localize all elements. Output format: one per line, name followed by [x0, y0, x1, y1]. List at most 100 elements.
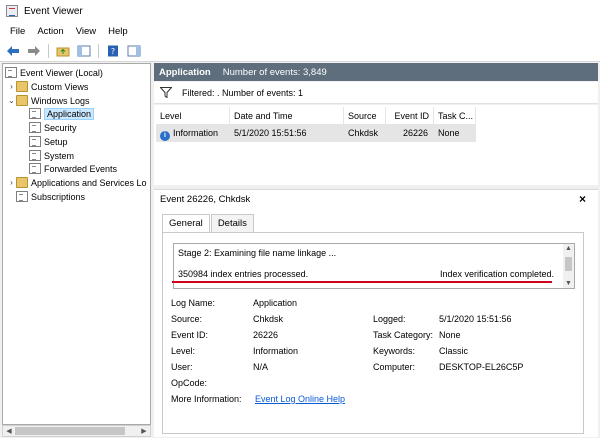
- subscriptions-icon: [16, 191, 28, 202]
- tree-item-windows-logs[interactable]: ⌄ Windows Logs: [7, 94, 90, 107]
- chevron-right-icon[interactable]: ›: [7, 178, 16, 187]
- user-label: User:: [171, 362, 193, 372]
- task-category-label: Task Category:: [373, 330, 434, 340]
- up-folder-icon[interactable]: [54, 43, 72, 59]
- user-value: N/A: [253, 362, 269, 372]
- grid-header: Level Date and Time Source Event ID Task…: [156, 107, 476, 125]
- tree-item-setup[interactable]: Setup: [29, 135, 68, 148]
- column-header-date-time[interactable]: Date and Time: [230, 107, 344, 125]
- tree-item-label: Applications and Services Lo: [31, 177, 147, 188]
- description-line: Stage 2: Examining file name linkage ...: [178, 248, 337, 258]
- svg-text:?: ?: [111, 47, 115, 56]
- cell-event-id: 26226: [402, 128, 428, 138]
- log-icon: [29, 150, 41, 161]
- event-id-label: Event ID:: [171, 330, 209, 340]
- description-line: Index verification completed.: [439, 269, 554, 279]
- cell-level-text: Information: [173, 128, 219, 138]
- tree-item-label: Subscriptions: [31, 191, 86, 202]
- menu-bar: File Action View Help: [0, 22, 600, 40]
- toolbar-separator: [48, 43, 49, 58]
- tree-item-label: System: [44, 150, 75, 161]
- event-detail-title: Event 26226, Chkdsk: [160, 194, 251, 205]
- tree-item-application[interactable]: Application: [29, 107, 95, 120]
- level-label: Level:: [171, 346, 196, 356]
- close-icon[interactable]: ×: [579, 192, 586, 206]
- tree-item-label: Security: [44, 122, 77, 133]
- keywords-value: Classic: [439, 346, 469, 356]
- opcode-label: OpCode:: [171, 378, 208, 388]
- folder-icon: [16, 95, 28, 106]
- tree-item-label: Event Viewer (Local): [20, 67, 103, 78]
- back-arrow-icon[interactable]: [4, 43, 22, 59]
- tree-item-event-viewer-local[interactable]: Event Viewer (Local): [5, 66, 103, 79]
- detail-tabs: General Details: [162, 214, 255, 233]
- log-pane-header: Application Number of events: 3,849: [154, 63, 598, 81]
- scroll-up-icon[interactable]: ▲: [565, 245, 572, 252]
- tree-item-subscriptions[interactable]: Subscriptions: [16, 190, 85, 203]
- tree-item-system[interactable]: System: [29, 149, 74, 162]
- tree-item-applications-and-services[interactable]: › Applications and Services Lo: [7, 176, 147, 189]
- folder-icon: [16, 177, 28, 188]
- forward-arrow-icon[interactable]: [25, 43, 43, 59]
- chevron-down-icon[interactable]: ⌄: [7, 96, 16, 105]
- events-grid[interactable]: Level Date and Time Source Event ID Task…: [154, 105, 598, 185]
- cell-source: Chkdsk: [348, 128, 379, 138]
- tree-item-forwarded-events[interactable]: Forwarded Events: [29, 162, 117, 175]
- information-icon: i: [160, 131, 170, 141]
- column-header-level[interactable]: Level: [156, 107, 230, 125]
- tab-details[interactable]: Details: [210, 214, 254, 232]
- general-tab-panel: Stage 2: Examining file name linkage ...…: [162, 232, 584, 434]
- scroll-left-icon[interactable]: ◀: [3, 427, 15, 435]
- log-icon: [29, 136, 41, 147]
- toolbar-separator: [98, 43, 99, 58]
- log-name-value: Application: [253, 298, 298, 308]
- computer-label: Computer:: [373, 362, 416, 372]
- scroll-down-icon[interactable]: ▼: [565, 280, 572, 287]
- event-detail-pane: Event 26226, Chkdsk × General Details St…: [154, 189, 598, 437]
- computer-value: DESKTOP-EL26C5P: [439, 362, 524, 372]
- event-log-online-help-link[interactable]: Event Log Online Help: [255, 394, 345, 404]
- column-header-task-category[interactable]: Task C...: [434, 107, 476, 125]
- menu-action[interactable]: Action: [31, 26, 69, 37]
- tree-item-security[interactable]: Security: [29, 121, 77, 134]
- tree-horizontal-scrollbar[interactable]: ◀ ▶: [2, 425, 151, 437]
- event-id-value: 26226: [253, 330, 279, 340]
- scroll-right-icon[interactable]: ▶: [138, 427, 150, 435]
- table-row[interactable]: i Information 5/1/2020 15:51:56 Chkdsk 26…: [156, 125, 476, 142]
- tree-item-label: Windows Logs: [31, 95, 90, 106]
- more-information-label: More Information:: [171, 394, 242, 404]
- tree-item-label: Setup: [44, 136, 68, 147]
- menu-help[interactable]: Help: [102, 26, 134, 37]
- event-viewer-icon: [5, 67, 17, 78]
- description-scrollbar[interactable]: ▲ ▼: [563, 244, 574, 288]
- tree-item-custom-views[interactable]: › Custom Views: [7, 80, 88, 93]
- log-icon: [29, 108, 41, 119]
- column-header-event-id[interactable]: Event ID: [386, 107, 434, 125]
- logged-label: Logged:: [373, 314, 406, 324]
- chevron-right-icon[interactable]: ›: [7, 82, 16, 91]
- event-count: Number of events: 3,849: [222, 66, 327, 78]
- description-line: 350984 index entries processed.: [178, 269, 309, 279]
- scroll-track[interactable]: [15, 427, 138, 435]
- cell-datetime: 5/1/2020 15:51:56: [234, 128, 307, 138]
- scroll-thumb[interactable]: [565, 257, 572, 271]
- menu-file[interactable]: File: [4, 26, 31, 37]
- logged-value: 5/1/2020 15:51:56: [439, 314, 512, 324]
- properties-icon[interactable]: [125, 43, 143, 59]
- filter-bar: Filtered: . Number of events: 1: [154, 82, 598, 104]
- log-name: Application: [159, 66, 211, 78]
- column-header-source[interactable]: Source: [344, 107, 386, 125]
- help-icon[interactable]: ?: [104, 43, 122, 59]
- toolbar: ?: [0, 40, 600, 62]
- source-value: Chkdsk: [253, 314, 284, 324]
- event-viewer-app-icon: [6, 5, 18, 17]
- level-value: Information: [253, 346, 299, 356]
- console-tree[interactable]: Event Viewer (Local) › Custom Views ⌄ Wi…: [2, 63, 151, 425]
- filter-icon: [159, 87, 173, 99]
- menu-view[interactable]: View: [70, 26, 102, 37]
- scroll-thumb[interactable]: [15, 427, 125, 435]
- tab-general[interactable]: General: [162, 214, 210, 233]
- annotation-underline: [172, 281, 552, 283]
- title-bar: Event Viewer: [0, 0, 600, 22]
- show-hide-tree-icon[interactable]: [75, 43, 93, 59]
